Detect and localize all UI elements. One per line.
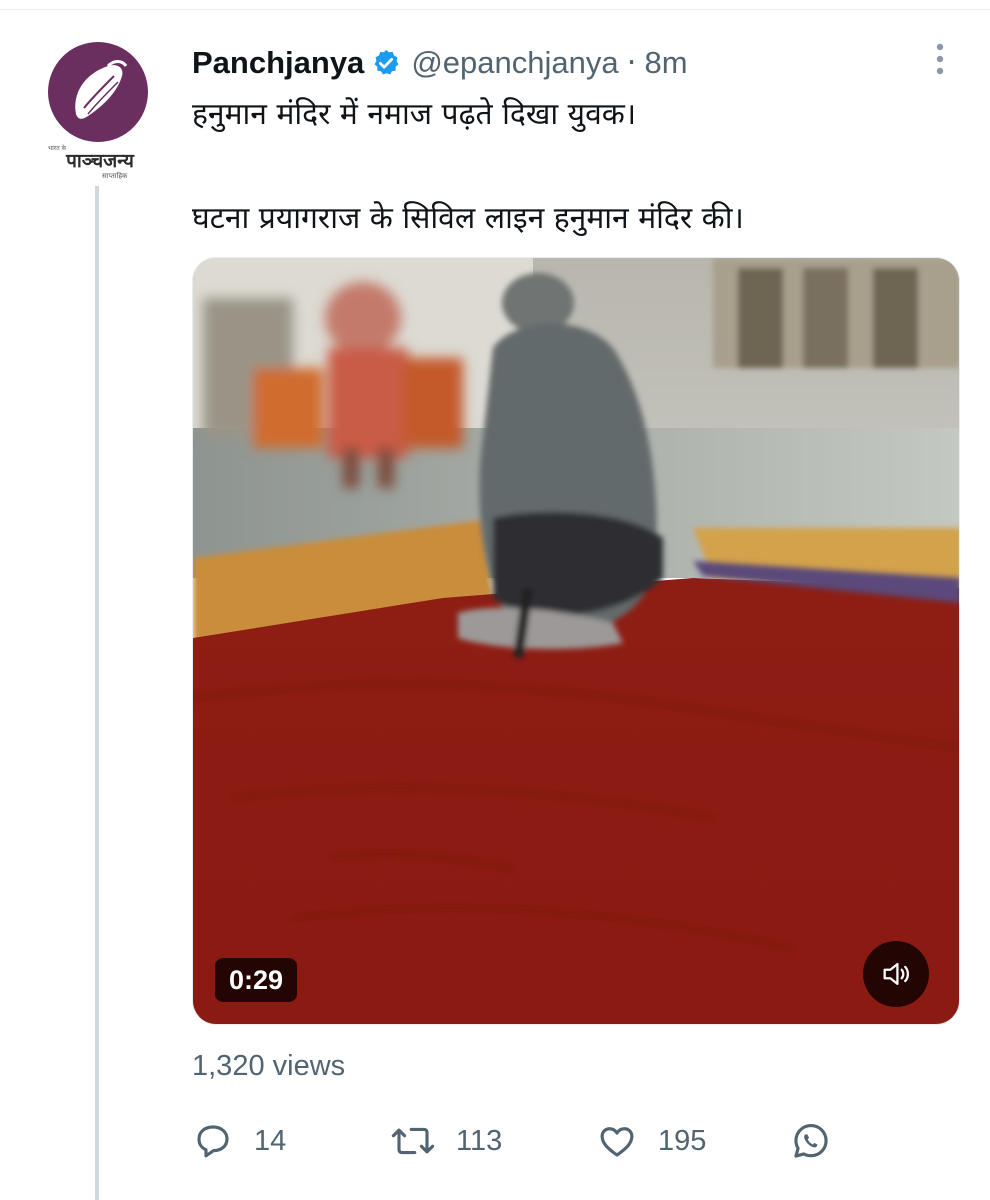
reply-icon (197, 1125, 229, 1158)
video-frame (193, 258, 959, 1024)
avatar[interactable]: भारत के पाञ्चजन्य साप्ताहिक (40, 40, 150, 180)
reply-count: 14 (254, 1124, 287, 1157)
avatar-column: भारत के पाञ्चजन्य साप्ताहिक (40, 40, 156, 180)
retweet-icon (391, 1127, 435, 1155)
verified-badge-icon (374, 49, 399, 75)
video-player[interactable]: 0:29 (192, 257, 960, 1025)
view-count: 1,320 views (192, 1050, 346, 1082)
action-bar: 14 113 195 (192, 1118, 962, 1164)
author-handle[interactable]: @epanchjanya (411, 45, 618, 81)
thread-line (95, 186, 99, 1200)
retweet-button[interactable]: 113 (390, 1118, 502, 1164)
separator-dot: · (626, 45, 637, 81)
whatsapp-icon (794, 1124, 828, 1158)
tweet-text-line-1: हनुमान मंदिर में नमाज पढ़ते दिखा युवक। (192, 97, 637, 132)
video-duration-badge: 0:29 (215, 958, 298, 1002)
retweet-count: 113 (456, 1124, 503, 1157)
conch-logo-icon (75, 60, 128, 119)
share-whatsapp-button[interactable] (790, 1118, 852, 1164)
reply-button[interactable]: 14 (192, 1118, 286, 1164)
top-divider (0, 0, 990, 10)
author-display-name[interactable]: Panchjanya (192, 45, 364, 81)
avatar-logo-text: पाञ्चजन्य (66, 150, 134, 172)
timestamp[interactable]: 8m (644, 45, 687, 81)
heart-icon (600, 1127, 634, 1157)
avatar-small-text-bottom: साप्ताहिक (102, 172, 128, 180)
more-options-icon[interactable] (930, 42, 950, 76)
speaker-icon (883, 962, 909, 986)
like-count: 195 (658, 1124, 707, 1157)
avatar-circle (48, 42, 148, 142)
mute-toggle-button[interactable] (863, 941, 929, 1007)
tweet-header: Panchjanya @epanchjanya · 8m (192, 38, 962, 88)
like-button[interactable]: 195 (596, 1118, 706, 1164)
tweet-text-line-2: घटना प्रयागराज के सिविल लाइन हनुमान मंदि… (192, 201, 744, 236)
